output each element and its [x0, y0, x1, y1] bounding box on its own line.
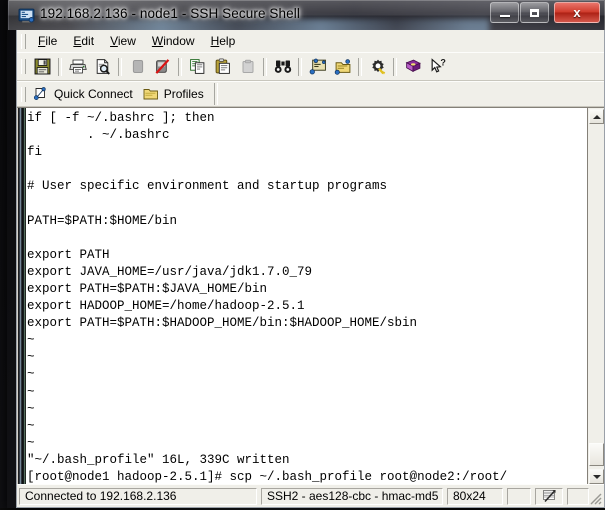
- status-terminal-size: 80x24: [447, 488, 503, 505]
- terminal-left-edge: [17, 108, 26, 484]
- context-help-icon[interactable]: ?: [426, 56, 449, 78]
- menu-window[interactable]: Window: [144, 32, 203, 51]
- terminal-line: [27, 230, 587, 247]
- terminal-line: export PATH=$PATH:$JAVA_HOME/bin: [27, 281, 587, 298]
- quick-connect-toolbar: Quick Connect Profiles: [17, 81, 604, 107]
- profiles-folder-icon: [143, 87, 159, 101]
- paste-icon[interactable]: [211, 56, 234, 78]
- menu-help-label: elp: [219, 34, 235, 48]
- toolbar-separator: [298, 58, 302, 76]
- quick-connect-button[interactable]: Quick Connect: [30, 83, 140, 105]
- terminal-line: export HADOOP_HOME=/home/hadoop-2.5.1: [27, 298, 587, 315]
- terminal-line: ~: [27, 384, 587, 401]
- terminal-line: "~/.bash_profile" 16L, 339C written: [27, 452, 587, 469]
- new-terminal-icon[interactable]: [306, 56, 329, 78]
- menu-edit[interactable]: Edit: [65, 32, 102, 51]
- resize-grip-icon[interactable]: [587, 490, 603, 506]
- window-client-area: File Edit View Window Help: [16, 30, 605, 508]
- menu-view-label: iew: [118, 34, 136, 48]
- settings-gear-icon[interactable]: [366, 56, 389, 78]
- terminal-line: ~: [27, 401, 587, 418]
- find-binoculars-icon[interactable]: [271, 56, 294, 78]
- encryption-status-icon: [535, 488, 563, 505]
- copy-icon[interactable]: [186, 56, 209, 78]
- ssh-terminal-icon: [18, 7, 35, 24]
- status-cipher: SSH2 - aes128-cbc - hmac-md5: [261, 488, 443, 505]
- menu-window-accel: W: [152, 34, 163, 48]
- terminal-line: . ~/.bashrc: [27, 127, 587, 144]
- close-button[interactable]: x: [554, 2, 600, 23]
- terminal-output[interactable]: if [ -f ~/.bashrc ]; then . ~/.bashrcfi …: [27, 108, 587, 484]
- menubar-grip[interactable]: [21, 34, 26, 49]
- maximize-button[interactable]: [520, 2, 549, 23]
- scrollbar-thumb[interactable]: [589, 443, 604, 466]
- quick-connect-icon: [33, 86, 49, 102]
- minimize-button[interactable]: [490, 2, 519, 23]
- terminal-line: ~: [27, 418, 587, 435]
- terminal-line: PATH=$PATH:$HOME/bin: [27, 213, 587, 230]
- profiles-label: Profiles: [164, 87, 204, 101]
- terminal-line: if [ -f ~/.bashrc ]; then: [27, 110, 587, 127]
- terminal-line: ~: [27, 366, 587, 383]
- new-filetransfer-icon[interactable]: [331, 56, 354, 78]
- help-book-icon[interactable]: [401, 56, 424, 78]
- terminal-scrollbar[interactable]: [587, 108, 604, 484]
- status-blank-2: [567, 488, 589, 505]
- terminal-line: export PATH: [27, 247, 587, 264]
- disconnect-icon[interactable]: [151, 56, 174, 78]
- minimize-icon: [500, 15, 510, 17]
- menu-help-accel: H: [211, 34, 220, 48]
- profiles-button[interactable]: Profiles: [140, 83, 211, 105]
- menu-edit-label: dit: [81, 34, 94, 48]
- connect-icon[interactable]: [126, 56, 149, 78]
- menu-view[interactable]: View: [102, 32, 144, 51]
- scroll-down-arrow-icon[interactable]: [589, 469, 604, 484]
- terminal-line: export JAVA_HOME=/usr/java/jdk1.7.0_79: [27, 264, 587, 281]
- menu-file-label: ile: [45, 34, 57, 48]
- toolbar-grip[interactable]: [21, 59, 26, 74]
- main-toolbar: ?: [17, 52, 604, 81]
- terminal-line: [27, 195, 587, 212]
- status-blank-1: [507, 488, 531, 505]
- menu-view-accel: V: [110, 34, 118, 48]
- toolbar-separator: [358, 58, 362, 76]
- terminal-line: # User specific environment and startup …: [27, 178, 587, 195]
- menu-file[interactable]: File: [30, 32, 65, 51]
- print-preview-icon[interactable]: [91, 56, 114, 78]
- scroll-up-arrow-icon[interactable]: [589, 109, 604, 124]
- toolbar-separator: [393, 58, 397, 76]
- clipboard-icon[interactable]: [236, 56, 259, 78]
- svg-text:?: ?: [440, 58, 446, 68]
- menubar: File Edit View Window Help: [17, 30, 604, 53]
- terminal-line: ~: [27, 435, 587, 452]
- print-icon[interactable]: [66, 56, 89, 78]
- terminal-line: ~: [27, 332, 587, 349]
- toolbar-separator: [178, 58, 182, 76]
- toolbar-separator: [58, 58, 62, 76]
- menu-help[interactable]: Help: [203, 32, 244, 51]
- status-connection: Connected to 192.168.2.136: [19, 488, 257, 505]
- window-titlebar[interactable]: 192.168.2.136 - node1 - SSH Secure Shell…: [8, 0, 605, 30]
- toolbar2-grip[interactable]: [21, 87, 26, 102]
- ssh-secure-shell-window: 192.168.2.136 - node1 - SSH Secure Shell…: [8, 0, 605, 508]
- toolbar-separator: [118, 58, 122, 76]
- terminal-line: [root@node1 hadoop-2.5.1]# scp ~/.bash_p…: [27, 469, 587, 484]
- terminal-line: [27, 161, 587, 178]
- save-floppy-icon[interactable]: [31, 56, 54, 78]
- quick-connect-label: Quick Connect: [54, 87, 133, 101]
- terminal-area[interactable]: if [ -f ~/.bashrc ]; then . ~/.bashrcfi …: [17, 107, 604, 484]
- toolbar2-separator: [214, 83, 218, 105]
- window-title: 192.168.2.136 - node1 - SSH Secure Shell: [40, 6, 300, 21]
- close-icon: x: [573, 6, 580, 19]
- terminal-line: fi: [27, 144, 587, 161]
- statusbar: Connected to 192.168.2.136 SSH2 - aes128…: [17, 484, 604, 507]
- menu-window-label: indow: [163, 34, 194, 48]
- terminal-line: ~: [27, 349, 587, 366]
- toolbar-separator: [263, 58, 267, 76]
- maximize-icon: [530, 9, 539, 17]
- terminal-line: export PATH=$PATH:$HADOOP_HOME/bin:$HADO…: [27, 315, 587, 332]
